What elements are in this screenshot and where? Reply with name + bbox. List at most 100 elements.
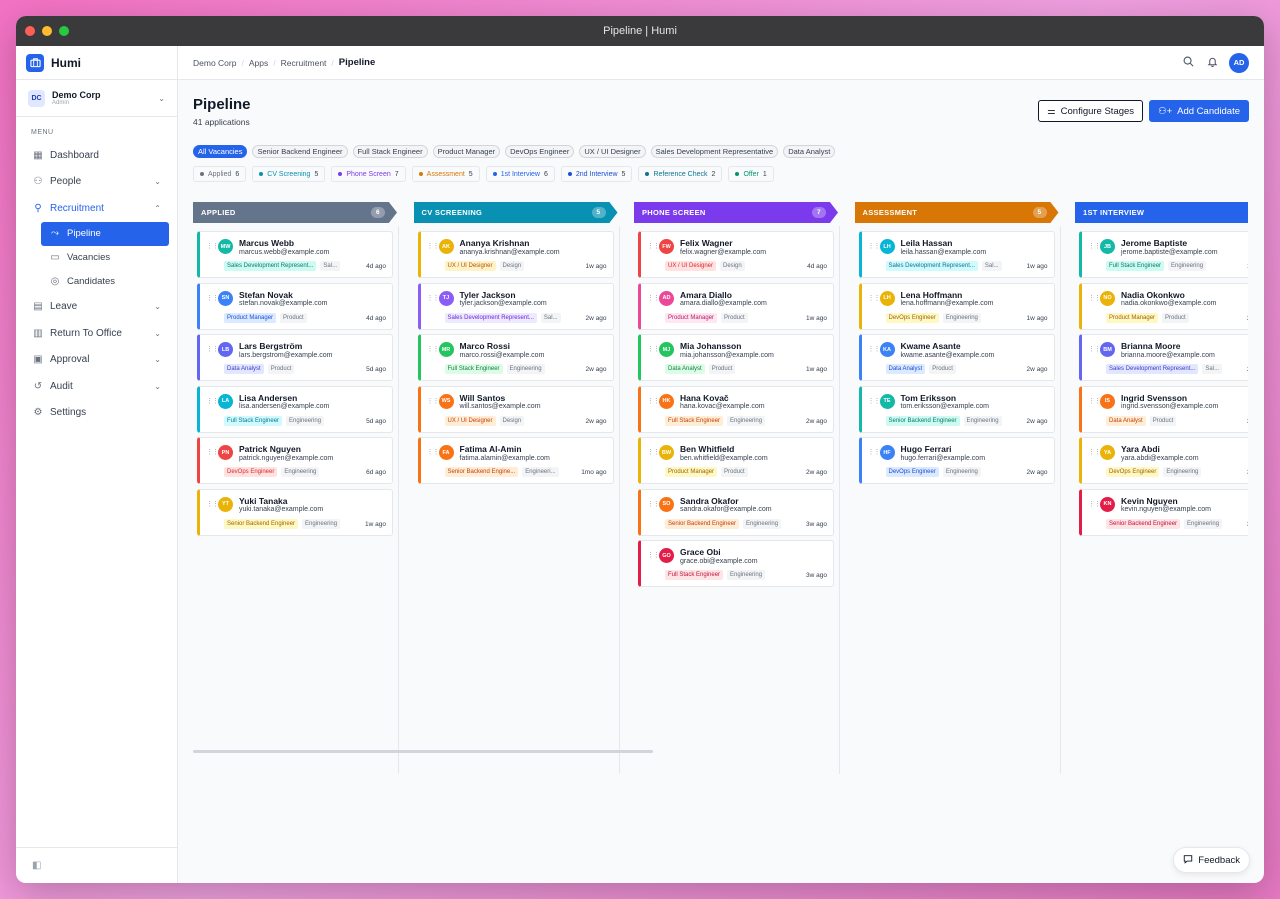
- candidate-name[interactable]: Ben Whitfield: [680, 444, 734, 454]
- drag-handle-icon[interactable]: ⋮⋮: [206, 448, 219, 456]
- candidate-card[interactable]: ⋮⋮ MJ Mia Johansson mia.johansson@example.c…: [638, 334, 834, 381]
- candidate-card[interactable]: ⋮⋮ AK Ananya Krishnan ananya.krishnan@examp…: [417, 231, 614, 278]
- candidate-card[interactable]: ⋮⋮ TJ Tyler Jackson tyler.jackson@example.c…: [417, 282, 614, 330]
- candidate-card[interactable]: ⋮⋮ HK Hana Kovač hana.kovac@example.com Full…: [638, 385, 834, 433]
- stage-filter-chip[interactable]: Reference Check 2: [638, 166, 723, 182]
- sidebar-item-candidates[interactable]: ◎ Candidates: [41, 270, 169, 294]
- candidate-name[interactable]: Marco Rossi: [460, 341, 511, 351]
- drag-handle-icon[interactable]: ⋮⋮: [427, 448, 440, 456]
- candidate-name[interactable]: Kwame Asante: [901, 341, 961, 351]
- candidate-card[interactable]: ⋮⋮ LB Lars Bergström lars.bergstrom@example…: [197, 334, 393, 381]
- vacancy-chip[interactable]: Data Analyst: [783, 145, 836, 158]
- drag-handle-icon[interactable]: ⋮⋮: [427, 345, 440, 353]
- candidate-card[interactable]: ⋮⋮ AD Amara Diallo amara.diallo@example.com…: [638, 282, 834, 330]
- vacancy-chip[interactable]: DevOps Engineer: [505, 145, 575, 158]
- drag-handle-icon[interactable]: ⋮⋮: [1088, 345, 1101, 353]
- candidate-name[interactable]: Yuki Tanaka: [239, 496, 288, 506]
- candidate-name[interactable]: Amara Diallo: [680, 290, 732, 300]
- candidate-name[interactable]: Jerome Baptiste: [1121, 238, 1187, 248]
- candidate-card[interactable]: ⋮⋮ MW Marcus Webb marcus.webb@example.com Sa…: [197, 231, 393, 278]
- drag-handle-icon[interactable]: ⋮⋮: [1088, 448, 1101, 456]
- candidate-name[interactable]: Fatima Al-Amin: [460, 444, 522, 454]
- drag-handle-icon[interactable]: ⋮⋮: [427, 397, 440, 405]
- vacancy-chip[interactable]: Senior Backend Engineer: [252, 145, 348, 158]
- sidebar-item-pipeline[interactable]: ⤳ Pipeline: [41, 221, 169, 246]
- vacancy-chip[interactable]: Full Stack Engineer: [352, 145, 428, 158]
- stage-filter-chip[interactable]: 2nd Interview 5: [560, 166, 633, 182]
- drag-handle-icon[interactable]: ⋮⋮: [206, 294, 219, 302]
- bell-icon[interactable]: [1205, 56, 1219, 70]
- candidate-card[interactable]: ⋮⋮ YT Yuki Tanaka yuki.tanaka@example.com Se…: [197, 488, 393, 536]
- candidate-name[interactable]: Kevin Nguyen: [1121, 496, 1178, 506]
- candidate-card[interactable]: ⋮⋮ YA Yara Abdi yara.abdi@example.com DevOps…: [1079, 437, 1248, 484]
- candidate-name[interactable]: Ingrid Svensson: [1121, 393, 1187, 403]
- stage-filter-chip[interactable]: 1st Interview 6: [485, 166, 555, 182]
- drag-handle-icon[interactable]: ⋮⋮: [206, 242, 219, 250]
- candidate-name[interactable]: Marcus Webb: [239, 238, 294, 248]
- sidebar-item-settings[interactable]: ⚙ Settings: [24, 400, 169, 427]
- candidate-card[interactable]: ⋮⋮ KA Kwame Asante kwame.asante@example.com…: [858, 334, 1055, 381]
- candidate-name[interactable]: Hugo Ferrari: [901, 444, 952, 454]
- drag-handle-icon[interactable]: ⋮⋮: [647, 345, 660, 353]
- drag-handle-icon[interactable]: ⋮⋮: [1088, 500, 1101, 508]
- drag-handle-icon[interactable]: ⋮⋮: [647, 500, 660, 508]
- sidebar-item-vacancies[interactable]: ▭ Vacancies: [41, 246, 169, 270]
- drag-handle-icon[interactable]: ⋮⋮: [647, 551, 660, 559]
- drag-handle-icon[interactable]: ⋮⋮: [1088, 397, 1101, 405]
- candidate-name[interactable]: Lars Bergström: [239, 341, 302, 351]
- feedback-button[interactable]: Feedback: [1173, 847, 1250, 873]
- candidate-name[interactable]: Ananya Krishnan: [460, 238, 530, 248]
- drag-handle-icon[interactable]: ⋮⋮: [647, 242, 660, 250]
- candidate-card[interactable]: ⋮⋮ LH Leila Hassan leila.hassan@example.com…: [858, 231, 1055, 278]
- org-switcher[interactable]: DC Demo Corp Admin ⌄: [16, 80, 177, 117]
- candidate-card[interactable]: ⋮⋮ SN Stefan Novak stefan.novak@example.com…: [197, 282, 393, 330]
- candidate-card[interactable]: ⋮⋮ SO Sandra Okafor sandra.okafor@example.c…: [638, 488, 834, 536]
- maximize-window-button[interactable]: [59, 26, 69, 36]
- candidate-card[interactable]: ⋮⋮ HF Hugo Ferrari hugo.ferrari@example.com…: [858, 437, 1055, 484]
- candidate-card[interactable]: ⋮⋮ LA Lisa Andersen lisa.andersen@example.c…: [197, 385, 393, 433]
- candidate-name[interactable]: Yara Abdi: [1121, 444, 1160, 454]
- candidate-card[interactable]: ⋮⋮ FW Felix Wagner felix.wagner@example.com…: [638, 231, 834, 278]
- drag-handle-icon[interactable]: ⋮⋮: [868, 345, 881, 353]
- sidebar-item-recruitment[interactable]: ⚲ Recruitment ⌃: [24, 195, 169, 222]
- drag-handle-icon[interactable]: ⋮⋮: [868, 397, 881, 405]
- search-icon[interactable]: [1181, 56, 1195, 70]
- sidebar-item-audit[interactable]: ↺ Audit ⌄: [24, 373, 169, 400]
- candidate-name[interactable]: Patrick Nguyen: [239, 444, 301, 454]
- sidebar-toggle-icon[interactable]: ◧: [32, 860, 41, 871]
- drag-handle-icon[interactable]: ⋮⋮: [1088, 242, 1101, 250]
- drag-handle-icon[interactable]: ⋮⋮: [206, 345, 219, 353]
- sidebar-item-dashboard[interactable]: ▦ Dashboard: [24, 142, 169, 169]
- stage-filter-chip[interactable]: Phone Screen 7: [331, 166, 406, 182]
- candidate-name[interactable]: Lena Hoffmann: [901, 290, 963, 300]
- candidate-card[interactable]: ⋮⋮ BM Brianna Moore brianna.moore@example.c…: [1079, 334, 1248, 381]
- candidate-name[interactable]: Sandra Okafor: [680, 496, 739, 506]
- candidate-name[interactable]: Will Santos: [460, 393, 506, 403]
- candidate-card[interactable]: ⋮⋮ JB Jerome Baptiste jerome.baptiste@examp…: [1079, 231, 1248, 278]
- stage-filter-chip[interactable]: Applied 6: [193, 166, 247, 182]
- stage-filter-chip[interactable]: Assessment 5: [411, 166, 480, 182]
- drag-handle-icon[interactable]: ⋮⋮: [868, 294, 881, 302]
- candidate-card[interactable]: ⋮⋮ IS Ingrid Svensson ingrid.svensson@examp…: [1079, 385, 1248, 433]
- drag-handle-icon[interactable]: ⋮⋮: [647, 448, 660, 456]
- candidate-card[interactable]: ⋮⋮ KN Kevin Nguyen kevin.nguyen@example.com…: [1079, 488, 1248, 536]
- candidate-card[interactable]: ⋮⋮ FA Fatima Al-Amin fatima.alamin@example.…: [417, 437, 614, 484]
- candidate-name[interactable]: Stefan Novak: [239, 290, 293, 300]
- drag-handle-icon[interactable]: ⋮⋮: [868, 448, 881, 456]
- vacancy-chip[interactable]: UX / UI Designer: [579, 145, 646, 158]
- drag-handle-icon[interactable]: ⋮⋮: [427, 294, 440, 302]
- drag-handle-icon[interactable]: ⋮⋮: [1088, 294, 1101, 302]
- drag-handle-icon[interactable]: ⋮⋮: [206, 500, 219, 508]
- sidebar-item-return-to-office[interactable]: ▥ Return To Office ⌄: [24, 320, 169, 347]
- add-candidate-button[interactable]: ⚇+ Add Candidate: [1149, 100, 1249, 122]
- candidate-name[interactable]: Hana Kovač: [680, 393, 729, 403]
- drag-handle-icon[interactable]: ⋮⋮: [647, 397, 660, 405]
- candidate-card[interactable]: ⋮⋮ WS Will Santos will.santos@example.com UX…: [417, 385, 614, 433]
- user-avatar[interactable]: AD: [1229, 52, 1249, 73]
- drag-handle-icon[interactable]: ⋮⋮: [206, 397, 219, 405]
- minimize-window-button[interactable]: [42, 26, 52, 36]
- vacancy-chip[interactable]: All Vacancies: [193, 145, 248, 158]
- configure-stages-button[interactable]: ⚌ Configure Stages: [1038, 100, 1144, 122]
- candidate-name[interactable]: Nadia Okonkwo: [1121, 290, 1185, 300]
- candidate-name[interactable]: Leila Hassan: [901, 238, 953, 248]
